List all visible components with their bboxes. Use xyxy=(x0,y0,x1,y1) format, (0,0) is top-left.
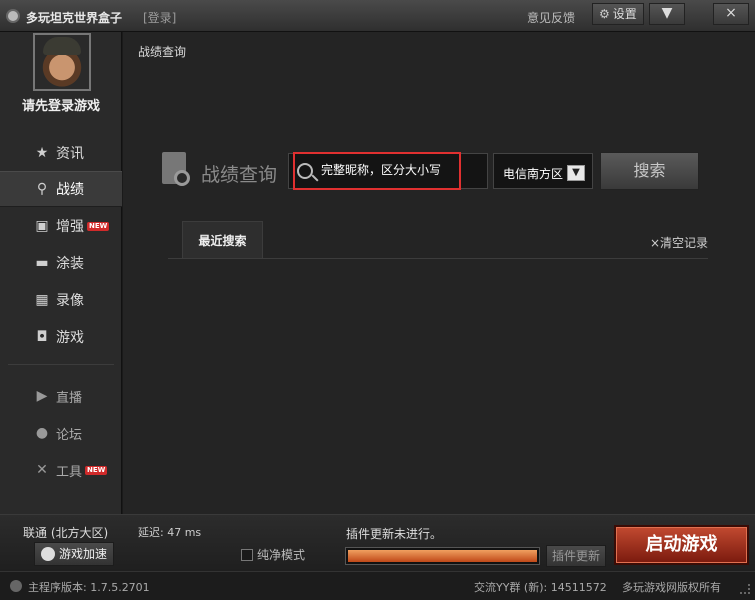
tab-divider xyxy=(168,258,708,259)
plugin-update-status: 插件更新未进行。 xyxy=(346,527,443,541)
sidebar-item-label: 增强 xyxy=(56,219,84,235)
wrench-icon xyxy=(10,580,22,592)
toolbox-icon: ▣ xyxy=(35,218,49,234)
sidebar-item-skins[interactable]: ▬ 涂装 xyxy=(0,245,122,281)
plugin-update-progress xyxy=(345,547,540,565)
game-accelerate-button[interactable]: 游戏加速 xyxy=(34,542,115,566)
settings-label: 设置 xyxy=(612,7,637,21)
sidebar-item-label: 游戏 xyxy=(56,330,84,346)
film-icon: ▦ xyxy=(35,292,49,308)
sidebar-item-label: 涂装 xyxy=(56,256,84,272)
main-content: 战绩查询 战绩查询 电信南方区 ▼ 搜索 最近搜索 ×清空记录 xyxy=(123,32,755,514)
tab-recent-searches[interactable]: 最近搜索 xyxy=(182,221,263,259)
new-badge: NEW xyxy=(87,221,110,231)
app-title: 多玩坦克世界盒子 xyxy=(26,11,123,25)
sidebar-item-label: 资讯 xyxy=(56,146,84,162)
stats-search-icon xyxy=(162,152,194,190)
sidebar-item-label: 论坛 xyxy=(56,427,83,443)
globe-icon xyxy=(41,547,55,561)
launch-game-button[interactable]: 启动游戏 xyxy=(614,525,749,565)
search-icon: ⚲ xyxy=(36,181,48,197)
star-icon: ★ xyxy=(35,145,49,161)
sidebar-item-live[interactable]: ▶ 直播 xyxy=(0,378,122,414)
sidebar-item-tools[interactable]: ✕ 工具 NEW xyxy=(0,452,122,488)
feedback-link[interactable]: 意见反馈 xyxy=(527,9,575,26)
version-label: 主程序版本: 1.7.5.2701 xyxy=(28,581,150,594)
search-box xyxy=(288,152,488,190)
region-select[interactable]: 电信南方区 ▼ xyxy=(493,153,593,189)
accel-label: 游戏加速 xyxy=(59,547,108,561)
footer-bar: 联通 (北方大区) 延迟: 47 ms 游戏加速 纯净模式 插件更新未进行。 插… xyxy=(0,514,755,571)
minimize-button[interactable]: ▼ xyxy=(649,3,685,25)
plugin-update-button[interactable]: 插件更新 xyxy=(546,545,606,567)
sidebar-divider xyxy=(8,364,114,365)
page-title: 战绩查询 xyxy=(201,164,278,186)
gear-icon: ⚙ xyxy=(599,7,610,21)
resize-grip-icon[interactable] xyxy=(740,584,750,594)
copyright-label: 多玩游戏网版权所有 xyxy=(622,581,721,594)
sidebar-item-label: 直播 xyxy=(56,390,83,406)
avatar[interactable] xyxy=(33,33,91,91)
sidebar: 请先登录游戏 ★ 资讯 ⚲ 战绩 ▣ 增强 NEW ▬ 涂装 ▦ 录像 ◘ 游戏… xyxy=(0,32,122,514)
yy-group-label: 交流YY群 (新): 14511572 xyxy=(474,581,607,594)
play-icon: ▶ xyxy=(36,388,48,404)
chevron-down-icon[interactable]: ▼ xyxy=(567,165,585,181)
status-bar: 主程序版本: 1.7.5.2701 交流YY群 (新): 14511572 多玩… xyxy=(0,571,755,600)
search-button[interactable]: 搜索 xyxy=(600,152,699,190)
sidebar-item-label: 录像 xyxy=(56,293,84,309)
title-bar: 多玩坦克世界盒子 [登录] 意见反馈 ⚙ 设置 ▼ × xyxy=(0,0,755,32)
app-logo-icon xyxy=(6,9,20,23)
pure-mode-checkbox[interactable] xyxy=(241,548,253,561)
sidebar-item-enhance[interactable]: ▣ 增强 NEW xyxy=(0,208,122,244)
sidebar-item-replays[interactable]: ▦ 录像 xyxy=(0,282,122,318)
latency-readout: 延迟: 47 ms xyxy=(138,526,202,539)
sidebar-item-label: 工具 xyxy=(56,464,83,480)
search-icon xyxy=(297,163,313,179)
sidebar-item-news[interactable]: ★ 资讯 xyxy=(0,135,122,171)
chat-icon: ● xyxy=(35,425,49,441)
login-link[interactable]: [登录] xyxy=(143,9,176,26)
sidebar-item-label: 战绩 xyxy=(56,182,84,198)
pure-mode-label: 纯净模式 xyxy=(257,548,306,562)
gamepad-icon: ◘ xyxy=(36,329,48,345)
tank-icon: ▬ xyxy=(35,255,49,271)
sidebar-item-forum[interactable]: ● 论坛 xyxy=(0,415,122,451)
nickname-search-input[interactable] xyxy=(321,163,456,177)
sidebar-item-stats[interactable]: ⚲ 战绩 xyxy=(0,171,122,207)
network-region: 联通 (北方大区) xyxy=(23,526,109,540)
region-selected-value: 电信南方区 xyxy=(503,167,564,181)
settings-button[interactable]: ⚙ 设置 xyxy=(592,3,644,25)
login-prompt[interactable]: 请先登录游戏 xyxy=(0,95,122,114)
new-badge: NEW xyxy=(85,465,108,475)
pure-mode-toggle[interactable]: 纯净模式 xyxy=(241,546,305,563)
progress-fill xyxy=(348,550,537,562)
sidebar-item-games[interactable]: ◘ 游戏 xyxy=(0,319,122,355)
breadcrumb: 战绩查询 xyxy=(138,45,187,59)
tools-icon: ✕ xyxy=(36,462,48,478)
close-button[interactable]: × xyxy=(713,3,749,25)
clear-history-link[interactable]: ×清空记录 xyxy=(650,234,708,251)
